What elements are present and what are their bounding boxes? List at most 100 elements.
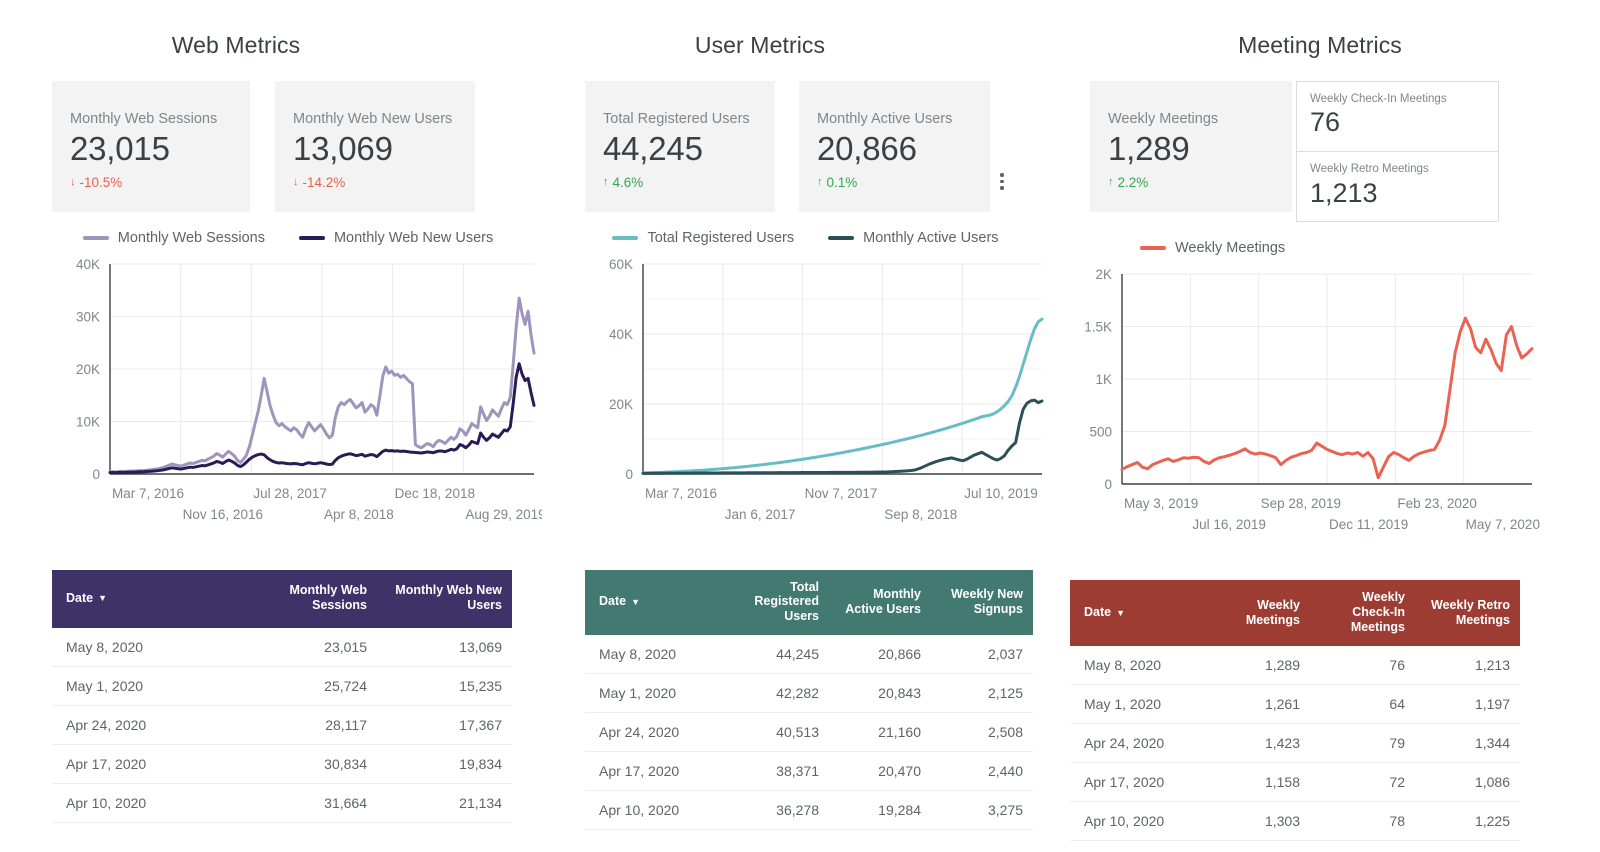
legend-item-weekly-meetings[interactable]: Weekly Meetings [1140,240,1285,256]
svg-text:1.5K: 1.5K [1084,320,1112,335]
table-row[interactable]: May 1, 2020 42,282 20,843 2,125 [585,673,1033,713]
column-header-monthly-active-users[interactable]: Monthly Active Users [829,569,931,635]
sort-desc-icon: ▼ [98,593,108,604]
table-row[interactable]: Apr 10, 2020 31,664 21,134 [52,783,512,823]
cell-value: 2,508 [931,712,1033,752]
table-row[interactable]: Apr 24, 2020 40,513 21,160 2,508 [585,712,1033,752]
legend-item-monthly-active-users[interactable]: Monthly Active Users [828,230,999,246]
dot [1000,186,1004,190]
column-header-date[interactable]: Date ▼ [1070,580,1206,646]
chart-web-metrics[interactable]: Monthly Web Sessions Monthly Web New Use… [52,230,542,546]
table-row[interactable]: May 1, 2020 25,724 15,235 [52,666,512,706]
cell-date: May 1, 2020 [52,666,242,706]
svg-text:Jan 6, 2017: Jan 6, 2017 [725,507,796,522]
cell-value: 1,213 [1415,645,1520,685]
page-title-user: User Metrics [694,32,826,58]
scorecard-row-user: Total Registered Users 44,245 ↑ 4.6% Mon… [585,81,1030,212]
table-row[interactable]: May 8, 2020 23,015 13,069 [52,627,512,667]
table-row[interactable]: Apr 24, 2020 1,423 79 1,344 [1070,723,1520,763]
column-header-monthly-web-new-users[interactable]: Monthly Web New Users [377,569,512,628]
column-header-date[interactable]: Date ▼ [585,569,721,635]
chart-meeting-metrics[interactable]: Weekly Meetings 0 500 1K 1.5K 2K May 3, 2019 J… [1060,240,1570,556]
scorecard-label: Monthly Web New Users [293,111,453,127]
cell-value: 2,037 [931,634,1033,674]
chart-user-metrics[interactable]: Total Registered Users Monthly Active Us… [585,230,1044,546]
dot [1000,179,1004,183]
cell-value: 13,069 [377,627,512,667]
scorecard-monthly-web-sessions[interactable]: Monthly Web Sessions 23,015 ↓ -10.5% [52,81,250,212]
legend-item-monthly-web-sessions[interactable]: Monthly Web Sessions [82,229,265,246]
legend-item-monthly-web-new-users[interactable]: Monthly Web New Users [298,230,493,246]
svg-text:60K: 60K [609,257,633,272]
scorecard-label: Total Registered Users [603,111,750,127]
arrow-down-icon: ↓ [293,175,299,188]
table-row[interactable]: Apr 17, 2020 30,834 19,834 [52,744,512,784]
svg-text:Mar 7, 2016: Mar 7, 2016 [112,486,184,501]
scorecard-label: Weekly Check-In Meetings [1310,93,1447,105]
table-row[interactable]: May 1, 2020 1,261 64 1,197 [1070,684,1520,724]
legend-label: Monthly Web Sessions [117,229,265,246]
cell-value: 21,160 [829,712,931,752]
cell-value: 79 [1310,723,1415,763]
table-row[interactable]: Apr 10, 2020 36,278 19,284 3,275 [585,790,1033,830]
cell-value: 3,275 [931,790,1033,830]
column-header-weekly-checkin-meetings[interactable]: Weekly Check-In Meetings [1310,580,1415,646]
table-row[interactable]: Apr 10, 2020 1,303 78 1,225 [1070,801,1520,841]
chart-legend: Monthly Web Sessions Monthly Web New Use… [46,230,530,246]
column-header-date[interactable]: Date ▼ [52,569,242,628]
cell-value: 38,371 [721,751,829,791]
cell-value: 42,282 [721,673,829,713]
table-row[interactable]: Apr 17, 2020 1,158 72 1,086 [1070,762,1520,802]
table-body-meeting: May 8, 2020 1,289 76 1,213 May 1, 2020 1,261 6… [1070,645,1520,841]
cell-value: 20,866 [829,634,931,674]
svg-text:0: 0 [625,467,633,482]
more-vert-icon[interactable] [1000,173,1004,190]
cell-value: 25,724 [242,666,377,706]
scorecard-weekly-checkin-meetings[interactable]: Weekly Check-In Meetings 76 [1296,81,1499,153]
table-row[interactable]: Apr 24, 2020 28,117 17,367 [52,705,512,745]
cell-value: 1,303 [1206,801,1310,841]
legend-swatch-icon [1140,246,1166,251]
cell-value: 78 [1310,801,1415,841]
scorecard-value: 23,015 [70,130,170,168]
svg-text:10K: 10K [76,414,100,429]
cell-date: Apr 17, 2020 [585,751,721,791]
svg-text:May 7, 2020: May 7, 2020 [1466,517,1540,532]
table-row[interactable]: May 8, 2020 44,245 20,866 2,037 [585,634,1033,674]
cell-value: 1,289 [1206,645,1310,685]
cell-value: 76 [1310,645,1415,685]
panel-web-metrics: Web Metrics Monthly Web Sessions 23,015 … [0,0,542,852]
cell-value: 36,278 [721,790,829,830]
scorecard-value: 20,866 [817,130,917,168]
status-badge-delta: ↓ -10.5% [70,175,232,190]
dot [1000,173,1004,177]
column-header-total-registered-users[interactable]: Total Registered Users [721,569,829,635]
page-title-meeting: Meeting Metrics [1238,32,1402,58]
scorecard-monthly-web-new-users[interactable]: Monthly Web New Users 13,069 ↓ -14.2% [275,81,475,212]
column-header-weekly-retro-meetings[interactable]: Weekly Retro Meetings [1415,580,1520,646]
column-header-monthly-web-sessions[interactable]: Monthly Web Sessions [242,569,377,628]
scorecard-monthly-active-users[interactable]: Monthly Active Users 20,866 ↑ 0.1% [799,81,990,212]
table-header-row: Date ▼ Total Registered Users Monthly Act… [585,569,1033,635]
table-row[interactable]: May 8, 2020 1,289 76 1,213 [1070,645,1520,685]
svg-text:1K: 1K [1095,372,1112,387]
delta-value: 2.2% [1117,174,1149,190]
svg-text:500: 500 [1089,425,1112,440]
scorecard-total-registered-users[interactable]: Total Registered Users 44,245 ↑ 4.6% [585,81,775,212]
arrow-down-icon: ↓ [70,175,76,188]
cell-value: 2,125 [931,673,1033,713]
cell-value: 1,158 [1206,762,1310,802]
svg-text:Dec 11, 2019: Dec 11, 2019 [1329,517,1408,532]
svg-text:0: 0 [1104,477,1112,492]
cell-date: Apr 10, 2020 [1070,801,1206,841]
chart-legend: Total Registered Users Monthly Active Us… [581,230,1030,246]
scorecard-label: Weekly Retro Meetings [1310,163,1429,176]
column-header-weekly-meetings[interactable]: Weekly Meetings [1206,580,1310,646]
column-header-weekly-new-signups[interactable]: Weekly New Signups [931,569,1033,635]
legend-swatch-icon [82,235,109,240]
table-row[interactable]: Apr 17, 2020 38,371 20,470 2,440 [585,751,1033,791]
legend-item-total-registered-users[interactable]: Total Registered Users [612,230,794,246]
scorecard-weekly-meetings[interactable]: Weekly Meetings 1,289 ↑ 2.2% [1090,81,1292,212]
scorecard-weekly-retro-meetings[interactable]: Weekly Retro Meetings 1,213 [1296,152,1499,223]
cell-value: 20,470 [829,751,931,791]
